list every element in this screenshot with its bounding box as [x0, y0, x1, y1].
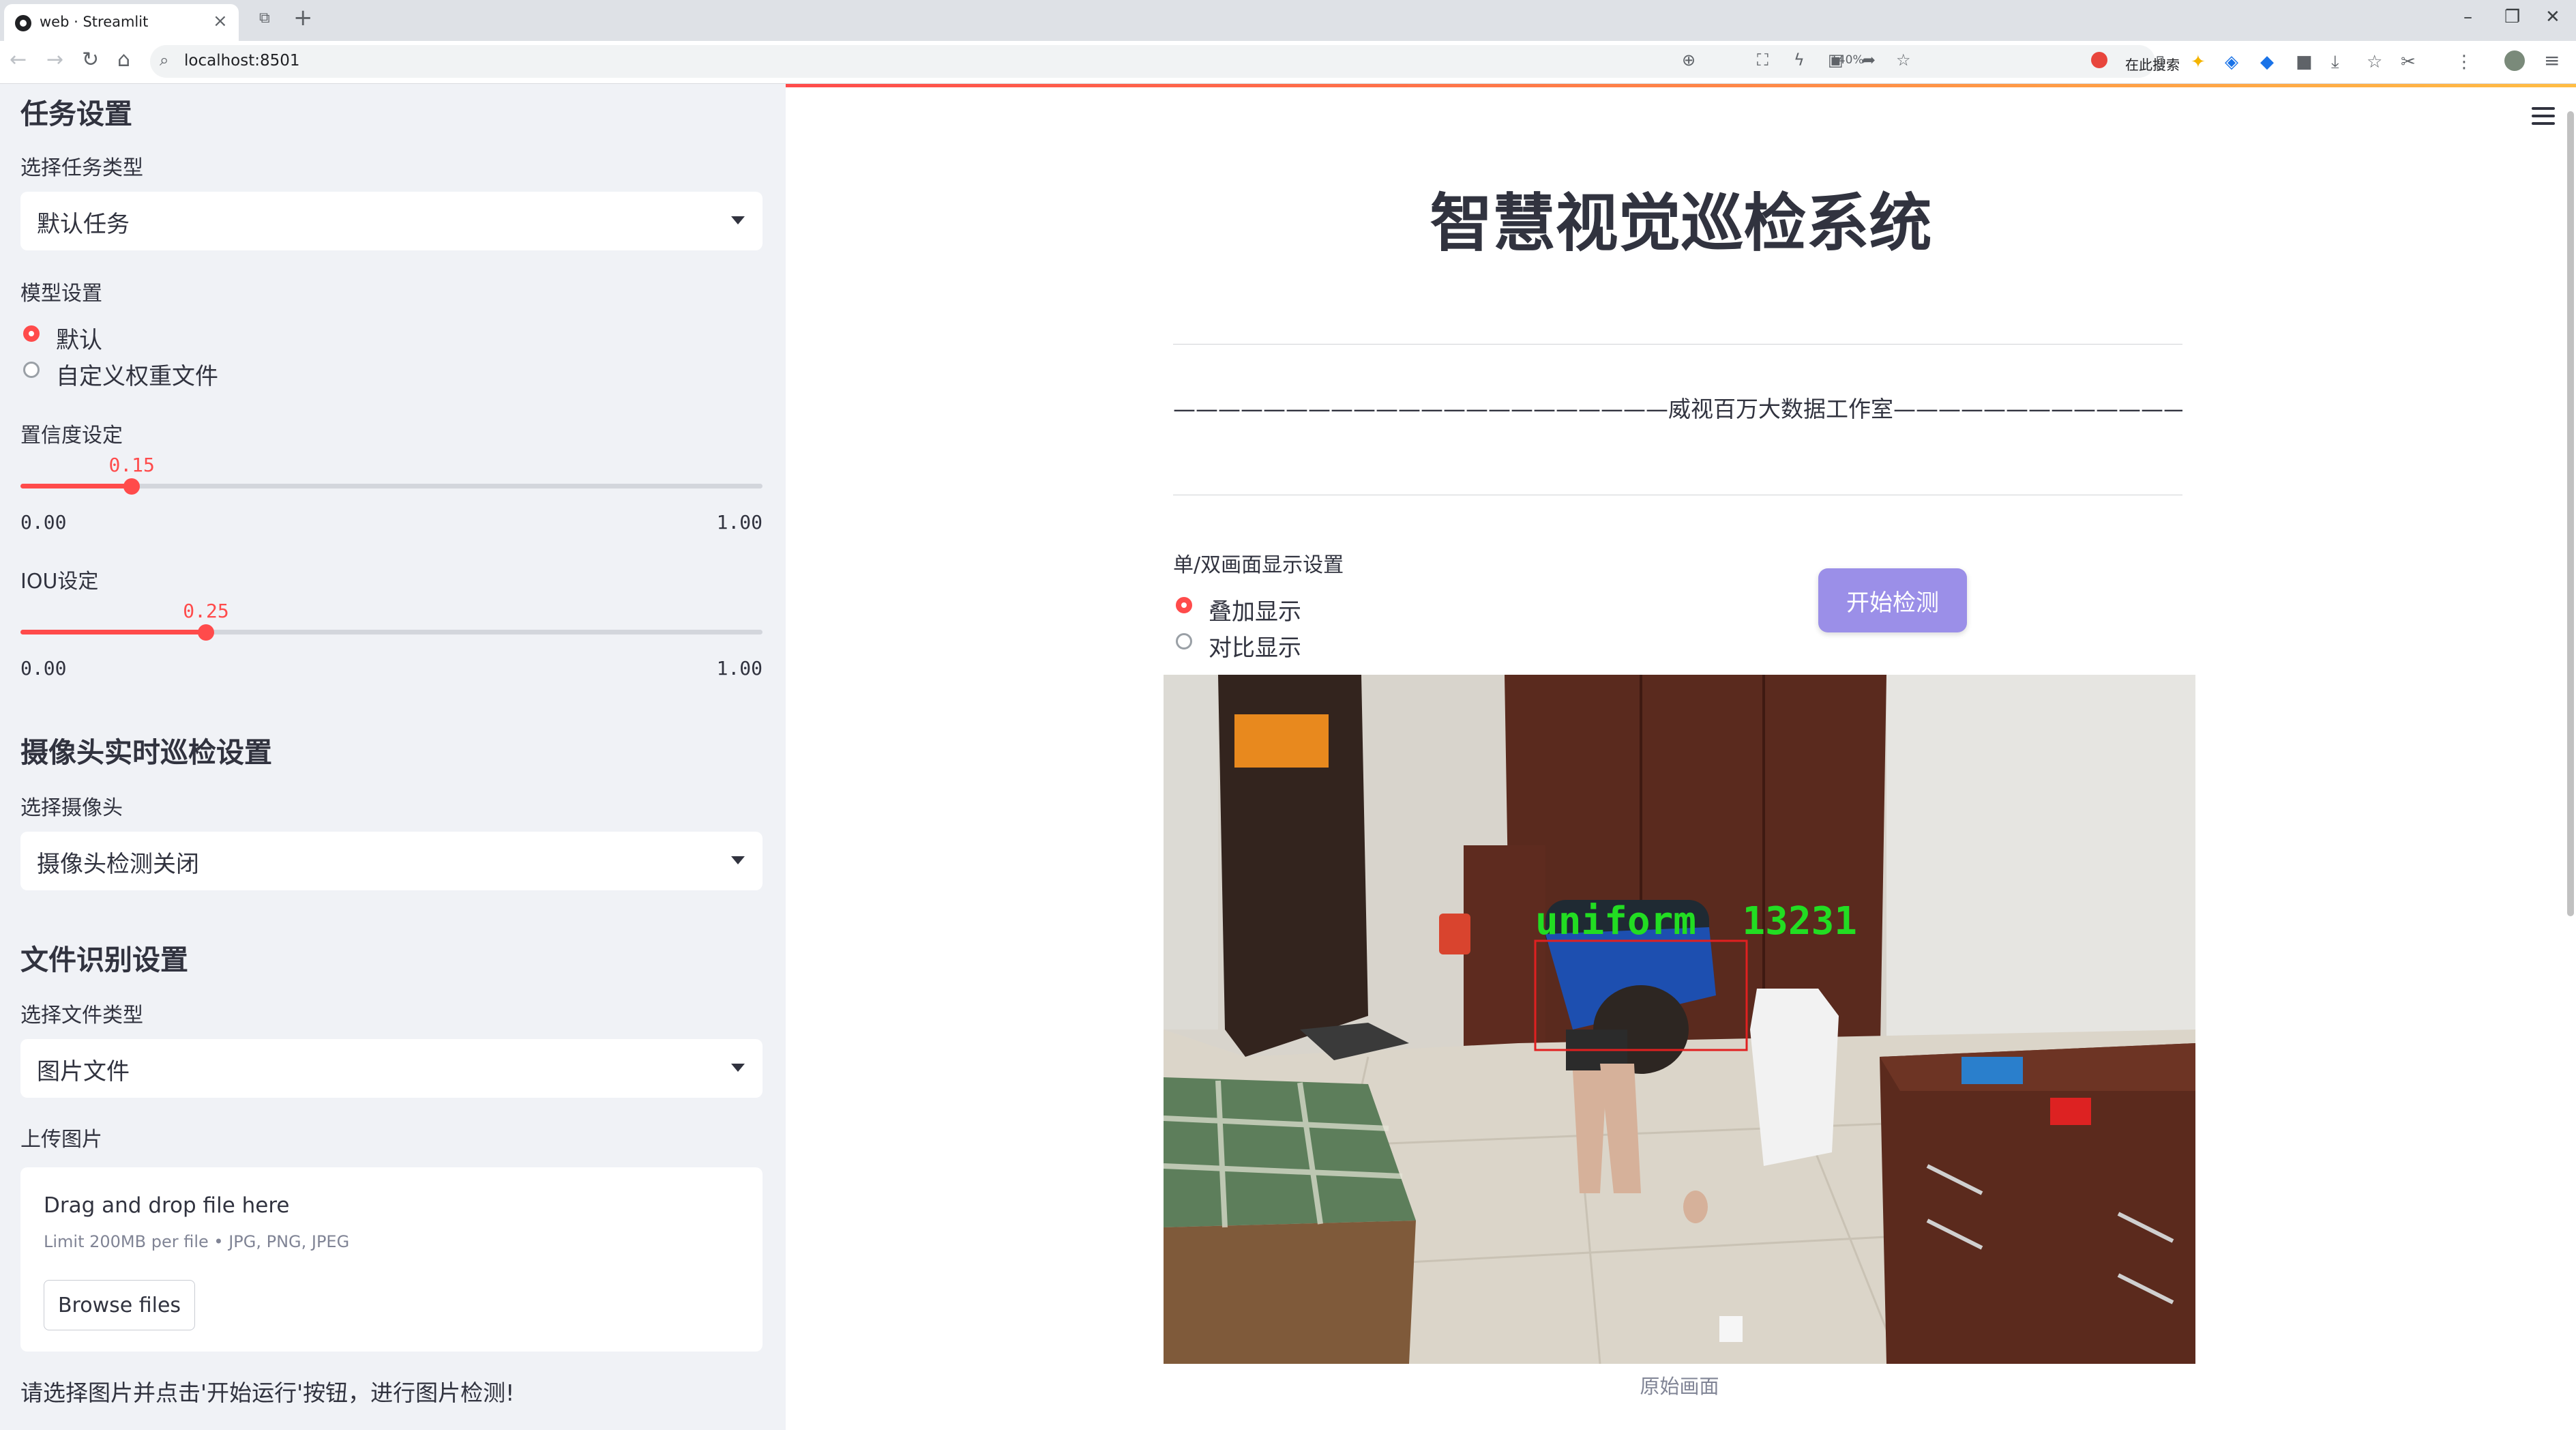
radio-label: 叠加显示 — [1209, 598, 1301, 626]
camera-select[interactable]: 摄像头检测关闭 — [20, 832, 763, 890]
slider-thumb[interactable] — [198, 624, 214, 641]
image-caption: 原始画面 — [1640, 1375, 1719, 1398]
start-detection-button[interactable]: 开始检测 — [1818, 568, 1967, 632]
slider-fill — [20, 630, 206, 634]
confidence-label: 置信度设定 — [20, 424, 123, 448]
search-icon: ⌕ — [160, 50, 169, 70]
share-icon[interactable]: ➦ — [1862, 50, 1876, 70]
file-type-value: 图片文件 — [37, 1058, 130, 1085]
reload-icon[interactable]: ↻ — [82, 48, 99, 72]
slider-max: 1.00 — [716, 511, 763, 534]
file-type-label: 选择文件类型 — [20, 1004, 143, 1027]
camera-section-heading: 摄像头实时巡检设置 — [20, 736, 272, 769]
forward-icon[interactable]: → — [46, 48, 63, 72]
page-viewport: 任务设置 选择任务类型 默认任务 模型设置 默认 自定义权重文件 置信度设定 0… — [0, 84, 2576, 1430]
home-icon[interactable]: ⌂ — [117, 48, 130, 72]
menu-icon[interactable] — [2532, 107, 2555, 125]
radio-checked-icon — [1176, 597, 1192, 613]
task-type-select[interactable]: 默认任务 — [20, 192, 763, 250]
dropzone-limit: Limit 200MB per file • JPG, PNG, JPEG — [44, 1232, 350, 1251]
display-mode-label: 单/双画面显示设置 — [1173, 553, 1344, 577]
divider — [1173, 344, 2182, 345]
studio-banner: ——————————————————————威视百万大数据工作室————————… — [1173, 396, 2182, 422]
extension-icon[interactable]: ◈ — [2225, 52, 2238, 72]
screenshot-icon[interactable]: ▣ — [1828, 50, 1844, 70]
page-title: 智慧视觉巡检系统 — [1430, 187, 1932, 260]
extension-icon[interactable]: ✦ — [2191, 52, 2206, 72]
chevron-down-icon — [731, 856, 745, 864]
upload-label: 上传图片 — [20, 1128, 102, 1152]
room-photo: uniform 13231 — [1164, 675, 2195, 1364]
file-section-heading: 文件识别设置 — [20, 944, 188, 976]
extension-icon[interactable]: ■ — [2296, 52, 2313, 72]
tab-search-icon[interactable]: ⧉ — [259, 10, 270, 27]
slider-track[interactable] — [20, 630, 763, 634]
radio-unchecked-icon — [1176, 633, 1192, 650]
radio-label: 默认 — [56, 327, 102, 354]
slider-max: 1.00 — [716, 657, 763, 680]
close-icon[interactable]: × — [213, 11, 228, 31]
task-type-label: 选择任务类型 — [20, 156, 143, 180]
browser-toolbar: ← → ↻ ⌂ ⌕ localhost:8501 ⊕ 140% ⛶ ϟ ▣ ➦ … — [0, 41, 2576, 84]
avatar[interactable] — [2504, 50, 2525, 71]
detection-label: uniform 13231 — [1535, 899, 1857, 944]
main-content: 智慧视觉巡检系统 ——————————————————————威视百万大数据工作… — [786, 84, 2576, 1430]
menu-icon[interactable]: ≡ — [2544, 49, 2560, 72]
restore-icon[interactable]: ❐ — [2504, 7, 2520, 27]
search-placeholder: 在此搜索 — [2125, 57, 2180, 73]
confidence-slider[interactable]: 0.15 0.00 1.00 — [20, 454, 763, 536]
slider-min: 0.00 — [20, 657, 67, 680]
more-vertical-icon[interactable]: ⋮ — [2455, 52, 2473, 72]
slider-fill — [20, 484, 132, 488]
slider-thumb[interactable] — [123, 478, 140, 495]
tab-title: web · Streamlit — [40, 14, 149, 30]
browser-tab[interactable]: web · Streamlit × — [4, 4, 239, 41]
bookmark-star-icon[interactable]: ☆ — [1896, 50, 1911, 70]
radio-label: 对比显示 — [1209, 634, 1301, 662]
radio-checked-icon — [23, 325, 40, 342]
lightning-icon[interactable]: ϟ — [1794, 50, 1805, 70]
sidebar: 任务设置 选择任务类型 默认任务 模型设置 默认 自定义权重文件 置信度设定 0… — [0, 84, 786, 1430]
task-section-heading: 任务设置 — [20, 98, 132, 130]
header-decoration — [786, 84, 2576, 87]
browse-files-button[interactable]: Browse files — [44, 1280, 195, 1330]
streamlit-favicon-icon — [15, 15, 31, 31]
iou-label: IOU设定 — [20, 570, 99, 594]
window-close-icon[interactable]: ✕ — [2545, 7, 2560, 27]
iou-slider[interactable]: 0.25 0.00 1.00 — [20, 600, 763, 682]
slider-value: 0.25 — [183, 600, 229, 622]
slider-value: 0.15 — [108, 454, 155, 476]
tab-bar: web · Streamlit × ⧉ + – ❐ ✕ — [0, 0, 2576, 41]
dropzone-title: Drag and drop file here — [44, 1193, 290, 1218]
chevron-down-icon — [731, 216, 745, 224]
translate-icon[interactable]: ⛶ — [1757, 50, 1768, 70]
extension-icon[interactable]: ◆ — [2260, 52, 2274, 72]
search-engine-logo-icon — [2091, 52, 2107, 68]
url-text[interactable]: localhost:8501 — [184, 52, 300, 70]
reading-mode-icon[interactable]: ▯ — [2155, 52, 2165, 72]
radio-unchecked-icon — [23, 362, 40, 378]
slider-min: 0.00 — [20, 511, 67, 534]
task-type-value: 默认任务 — [37, 211, 130, 238]
address-bar[interactable]: ⌕ localhost:8501 ⊕ 140% ⛶ ϟ ▣ ➦ ☆ 在此搜索 — [150, 45, 2180, 78]
model-label: 模型设置 — [20, 282, 102, 306]
camera-value: 摄像头检测关闭 — [37, 851, 199, 878]
minimize-icon[interactable]: – — [2463, 7, 2472, 27]
radio-label: 自定义权重文件 — [56, 363, 218, 390]
download-icon[interactable]: ⤓ — [2331, 52, 2339, 73]
detection-image: uniform 13231 — [1164, 675, 2195, 1364]
file-dropzone[interactable]: Drag and drop file here Limit 200MB per … — [20, 1167, 763, 1352]
zoom-icon[interactable]: ⊕ — [1682, 50, 1696, 70]
hint-text: 请选择图片并点击'开始运行'按钮，进行图片检测! — [20, 1380, 515, 1406]
camera-label: 选择摄像头 — [20, 796, 123, 820]
new-tab-icon[interactable]: + — [293, 4, 313, 31]
favorites-icon[interactable]: ☆ — [2367, 52, 2382, 72]
back-icon[interactable]: ← — [10, 48, 27, 72]
scissors-icon[interactable]: ✂ — [2401, 52, 2416, 72]
chevron-down-icon — [731, 1064, 745, 1072]
file-type-select[interactable]: 图片文件 — [20, 1039, 763, 1098]
